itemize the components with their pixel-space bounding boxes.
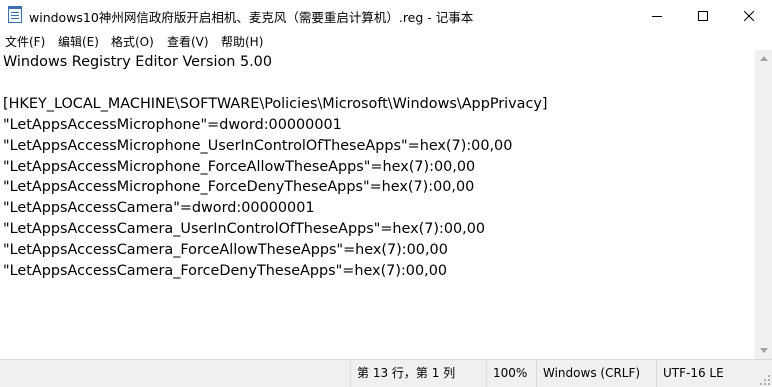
editor-line: Windows Registry Editor Version 5.00 [3,54,272,70]
editor-line: "LetAppsAccessCamera"=dword:00000001 [3,200,315,217]
chevron-up-icon [759,56,768,61]
editor-line: "LetAppsAccessMicrophone"=dword:00000001 [3,116,342,133]
menu-bar: 文件(F) 编辑(E) 格式(O) 查看(V) 帮助(H) [0,31,772,50]
editor-line: "LetAppsAccessMicrophone_ForceDenyTheseA… [3,179,475,196]
editor-line: "LetAppsAccessMicrophone_UserInControlOf… [3,137,513,154]
scroll-down-button[interactable] [755,342,772,359]
menu-view[interactable]: 查看(V) [167,33,209,50]
menu-file[interactable]: 文件(F) [5,33,45,50]
resize-grip-icon[interactable] [760,375,770,385]
editor-line: [HKEY_LOCAL_MACHINE\SOFTWARE\Policies\Mi… [3,95,548,112]
editor-line: "LetAppsAccessCamera_UserInControlOfThes… [3,221,486,238]
menu-edit[interactable]: 编辑(E) [58,33,99,50]
status-line-ending: Windows (CRLF) [536,360,656,387]
scroll-up-button[interactable] [755,50,772,67]
maximize-icon [698,10,708,21]
minimize-button[interactable] [634,0,680,31]
close-icon [744,10,754,21]
editor-line: "LetAppsAccessCamera_ForceAllowTheseApps… [3,242,448,259]
menu-help[interactable]: 帮助(H) [221,33,263,50]
text-editor[interactable]: Windows Registry Editor Version 5.00 [HK… [0,50,755,359]
status-zoom: 100% [486,360,536,387]
notepad-icon [8,6,22,23]
editor-content[interactable]: Windows Registry Editor Version 5.00 [HK… [3,52,548,282]
editor-line: "LetAppsAccessCamera_ForceDenyTheseApps"… [3,263,448,280]
editor-line: "LetAppsAccessMicrophone_ForceAllowThese… [3,158,476,175]
menu-format[interactable]: 格式(O) [111,33,154,50]
maximize-button[interactable] [680,0,726,31]
vertical-scrollbar[interactable] [755,50,772,359]
title-bar: windows10神州网信政府版开启相机、麦克风（需要重启计算机）.reg - … [0,0,772,31]
close-button[interactable] [726,0,772,31]
chevron-down-icon [759,348,768,353]
status-cursor-position: 第 13 行，第 1 列 [350,360,486,387]
window-title: windows10神州网信政府版开启相机、麦克风（需要重启计算机）.reg - … [29,10,474,25]
status-encoding: UTF-16 LE [656,360,772,387]
minimize-icon [652,15,662,17]
status-bar: 第 13 行，第 1 列 100% Windows (CRLF) UTF-16 … [0,359,772,387]
